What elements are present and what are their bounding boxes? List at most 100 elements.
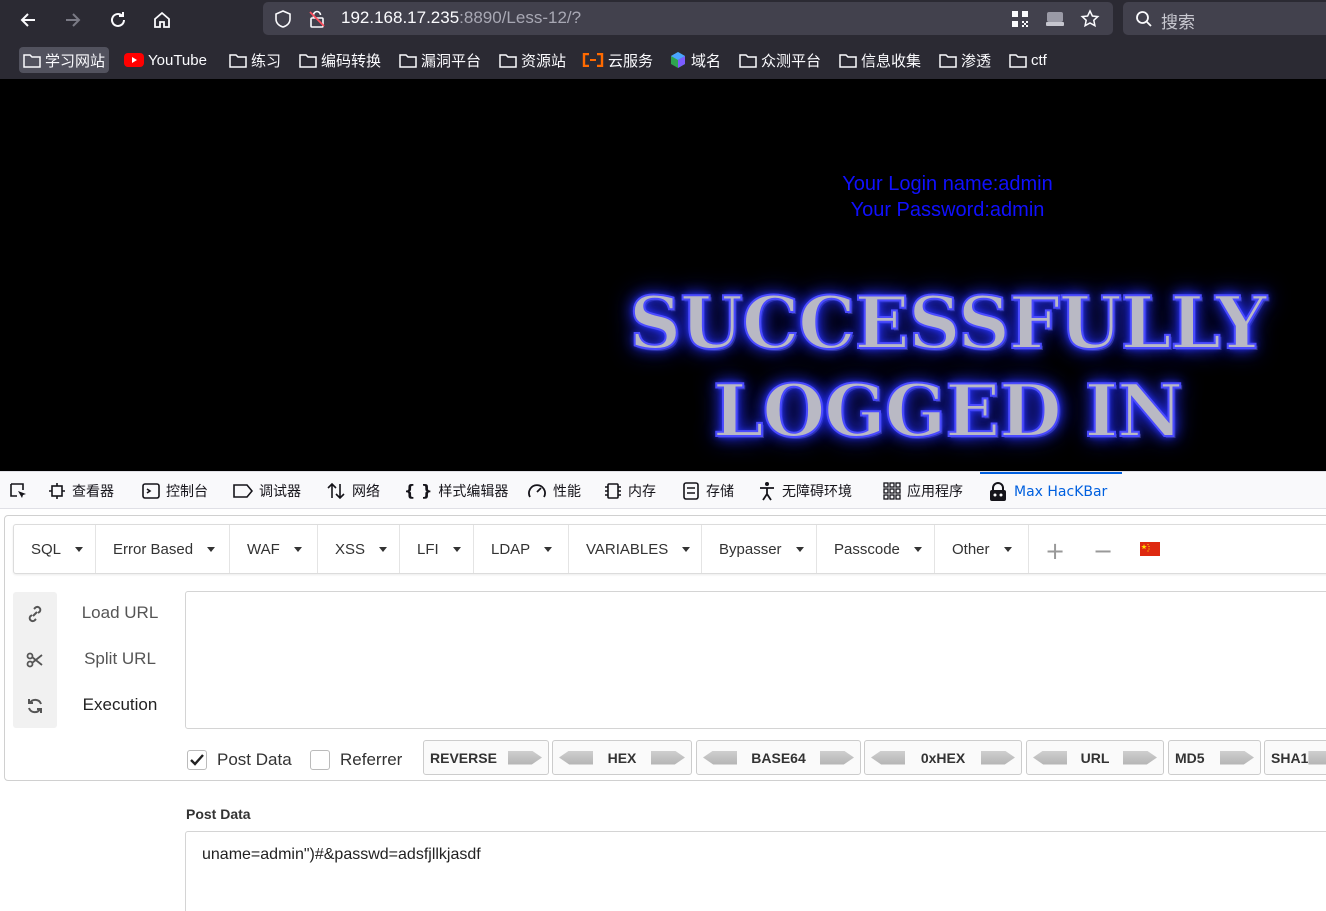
dropdown-caret-icon <box>379 546 388 552</box>
folder-icon <box>23 54 41 68</box>
reload-button[interactable] <box>104 6 132 34</box>
decode-arrow-icon <box>703 750 737 765</box>
base64-button[interactable]: BASE64 <box>696 740 861 775</box>
bookmark-star-icon[interactable] <box>1079 8 1101 30</box>
menu-xss[interactable]: XSS <box>318 525 400 573</box>
tab-label: 网络 <box>352 483 380 500</box>
referrer-checkbox[interactable] <box>310 750 330 770</box>
insecure-lock-icon[interactable] <box>306 8 328 30</box>
add-panel-button[interactable]: + <box>1045 537 1065 565</box>
tab-debugger[interactable]: 调试器 <box>233 472 301 509</box>
qr-code-icon[interactable] <box>1009 8 1031 30</box>
reader-view-icon[interactable] <box>1044 8 1066 30</box>
url-text[interactable]: 192.168.17.235:8890/Less-12/? <box>341 8 581 28</box>
bookmark-folder-practice[interactable]: 练习 <box>225 47 285 73</box>
web-page-content: Your Login name:admin Your Password:admi… <box>0 79 1326 471</box>
performance-icon <box>528 483 546 497</box>
tab-accessibility[interactable]: 无障碍环境 <box>758 472 852 509</box>
tab-max-hackbar[interactable]: Max HacKBar <box>980 472 1122 509</box>
bookmark-folder-encoding[interactable]: 编码转换 <box>295 47 385 73</box>
load-url-button[interactable]: Load URL <box>65 603 175 623</box>
execution-button[interactable]: Execution <box>65 695 175 715</box>
url-textarea[interactable] <box>185 591 1326 729</box>
bookmark-label: 云服务 <box>608 52 654 70</box>
china-flag-icon[interactable] <box>1140 542 1160 556</box>
menu-passcode[interactable]: Passcode <box>817 525 935 573</box>
link-icon[interactable] <box>23 602 47 626</box>
bookmark-youtube[interactable]: YouTube <box>120 47 211 73</box>
back-button[interactable] <box>14 6 42 34</box>
bookmark-folder-recon[interactable]: 信息收集 <box>835 47 925 73</box>
braces-icon: { } <box>404 481 433 500</box>
encode-arrow-icon <box>1220 750 1254 765</box>
dropdown-caret-icon <box>544 546 553 552</box>
post-data-checkbox[interactable] <box>187 750 207 770</box>
tab-performance[interactable]: 性能 <box>527 472 581 509</box>
bookmark-folder-vuln[interactable]: 漏洞平台 <box>395 47 485 73</box>
password-text: Your Password:admin <box>850 199 1045 221</box>
tab-application[interactable]: 应用程序 <box>883 472 963 509</box>
menu-error-based[interactable]: Error Based <box>96 525 230 573</box>
url-bar[interactable]: 192.168.17.235:8890/Less-12/? <box>263 2 1113 35</box>
tab-label: 存储 <box>706 483 734 500</box>
split-url-button[interactable]: Split URL <box>65 649 175 669</box>
sha1-button[interactable]: SHA1 <box>1264 740 1326 775</box>
accessibility-icon <box>760 481 774 500</box>
bookmark-cloud[interactable]: 云服务 <box>578 47 657 73</box>
home-button[interactable] <box>148 6 176 34</box>
tab-style-editor[interactable]: { } 样式编辑器 <box>404 472 508 509</box>
folder-icon <box>839 54 857 68</box>
reverse-button[interactable]: REVERSE <box>423 740 549 775</box>
refresh-icon[interactable] <box>23 694 47 718</box>
youtube-icon <box>124 53 144 67</box>
debugger-icon <box>233 483 253 498</box>
folder-icon <box>499 54 517 68</box>
tab-label: Max HacKBar <box>1014 483 1108 500</box>
menu-ldap[interactable]: LDAP <box>474 525 569 573</box>
menu-lfi[interactable]: LFI <box>400 525 474 573</box>
decode-arrow-icon <box>871 750 905 765</box>
bookmark-domain[interactable]: 域名 <box>665 47 725 73</box>
bookmark-folder-pentest[interactable]: 渗透 <box>935 47 995 73</box>
post-data-textarea[interactable]: uname=admin")#&passwd=adsfjllkjasdf <box>185 831 1326 911</box>
scissors-icon[interactable] <box>23 648 47 672</box>
tab-console[interactable]: 控制台 <box>142 472 208 509</box>
hex-button[interactable]: HEX <box>552 740 692 775</box>
memory-icon <box>605 482 621 499</box>
menu-waf[interactable]: WAF <box>230 525 318 573</box>
tab-label: 样式编辑器 <box>438 483 509 500</box>
md5-button[interactable]: MD5 <box>1168 740 1261 775</box>
tab-storage[interactable]: 存储 <box>682 472 734 509</box>
decode-arrow-icon <box>1033 750 1067 765</box>
menu-label: VARIABLES <box>586 540 669 558</box>
element-picker-button[interactable] <box>8 472 28 509</box>
menu-variables[interactable]: VARIABLES <box>569 525 702 573</box>
bookmark-label: YouTube <box>148 51 207 69</box>
tab-inspector[interactable]: 查看器 <box>48 472 114 509</box>
post-data-toggle[interactable]: Post Data <box>187 745 292 775</box>
element-picker-icon <box>10 482 26 498</box>
bookmark-label: 学习网站 <box>45 52 106 70</box>
menu-sql[interactable]: SQL <box>14 525 96 573</box>
search-bar[interactable]: 搜索 <box>1123 2 1326 35</box>
shield-icon[interactable] <box>272 8 294 30</box>
tab-memory[interactable]: 内存 <box>604 472 656 509</box>
bookmark-folder-crowdtest[interactable]: 众测平台 <box>735 47 825 73</box>
menu-other[interactable]: Other <box>935 525 1029 573</box>
0xhex-button[interactable]: 0xHEX <box>864 740 1022 775</box>
bookmark-folder-resources[interactable]: 资源站 <box>495 47 570 73</box>
bookmark-label: 众测平台 <box>761 52 822 70</box>
bookmark-folder-ctf[interactable]: ctf <box>1005 47 1051 73</box>
encoder-label: MD5 <box>1175 749 1205 766</box>
login-name-text: Your Login name:admin <box>842 173 1053 195</box>
bookmark-label: 渗透 <box>961 52 992 70</box>
encoder-label: HEX <box>607 749 637 766</box>
referrer-toggle[interactable]: Referrer <box>310 745 402 775</box>
bookmark-folder-study[interactable]: 学习网站 <box>19 47 110 73</box>
tab-network[interactable]: 网络 <box>326 472 380 509</box>
forward-button[interactable] <box>59 6 87 34</box>
remove-panel-button[interactable]: − <box>1093 537 1113 565</box>
reload-icon <box>111 12 125 27</box>
url-encode-button[interactable]: URL <box>1026 740 1164 775</box>
menu-bypasser[interactable]: Bypasser <box>702 525 817 573</box>
